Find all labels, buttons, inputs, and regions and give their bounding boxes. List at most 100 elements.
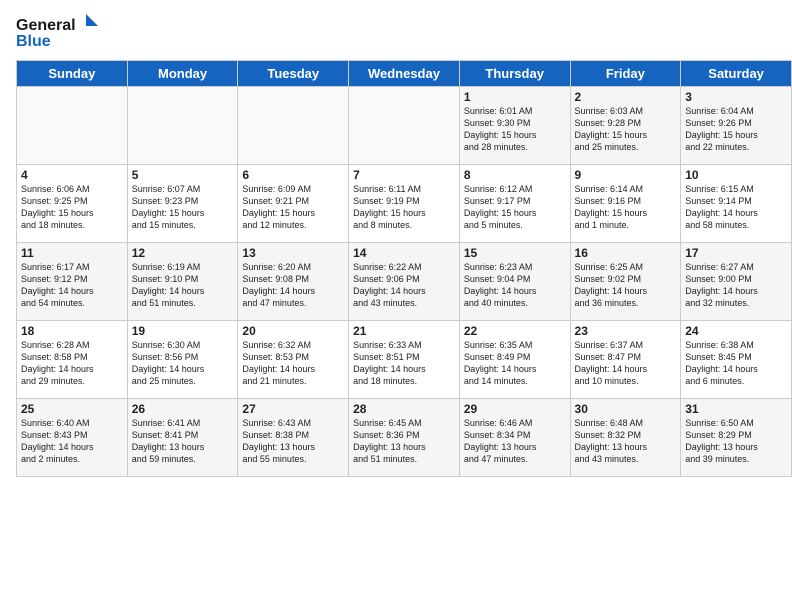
calendar-cell: 14Sunrise: 6:22 AM Sunset: 9:06 PM Dayli…: [349, 243, 460, 321]
calendar-cell: 22Sunrise: 6:35 AM Sunset: 8:49 PM Dayli…: [459, 321, 570, 399]
day-info: Sunrise: 6:38 AM Sunset: 8:45 PM Dayligh…: [685, 339, 787, 388]
day-number: 31: [685, 402, 787, 416]
calendar-cell: 23Sunrise: 6:37 AM Sunset: 8:47 PM Dayli…: [570, 321, 681, 399]
day-number: 12: [132, 246, 234, 260]
day-number: 2: [575, 90, 677, 104]
day-info: Sunrise: 6:11 AM Sunset: 9:19 PM Dayligh…: [353, 183, 455, 232]
calendar-table: SundayMondayTuesdayWednesdayThursdayFrid…: [16, 60, 792, 477]
calendar-cell: 21Sunrise: 6:33 AM Sunset: 8:51 PM Dayli…: [349, 321, 460, 399]
day-info: Sunrise: 6:46 AM Sunset: 8:34 PM Dayligh…: [464, 417, 566, 466]
calendar-cell: 31Sunrise: 6:50 AM Sunset: 8:29 PM Dayli…: [681, 399, 792, 477]
day-info: Sunrise: 6:40 AM Sunset: 8:43 PM Dayligh…: [21, 417, 123, 466]
calendar-cell: 17Sunrise: 6:27 AM Sunset: 9:00 PM Dayli…: [681, 243, 792, 321]
day-info: Sunrise: 6:23 AM Sunset: 9:04 PM Dayligh…: [464, 261, 566, 310]
calendar-cell: 19Sunrise: 6:30 AM Sunset: 8:56 PM Dayli…: [127, 321, 238, 399]
day-number: 9: [575, 168, 677, 182]
day-info: Sunrise: 6:25 AM Sunset: 9:02 PM Dayligh…: [575, 261, 677, 310]
day-number: 24: [685, 324, 787, 338]
day-info: Sunrise: 6:04 AM Sunset: 9:26 PM Dayligh…: [685, 105, 787, 154]
day-number: 27: [242, 402, 344, 416]
calendar-cell: [349, 87, 460, 165]
day-info: Sunrise: 6:37 AM Sunset: 8:47 PM Dayligh…: [575, 339, 677, 388]
day-number: 7: [353, 168, 455, 182]
day-info: Sunrise: 6:28 AM Sunset: 8:58 PM Dayligh…: [21, 339, 123, 388]
day-number: 15: [464, 246, 566, 260]
day-number: 19: [132, 324, 234, 338]
day-number: 26: [132, 402, 234, 416]
calendar-cell: 2Sunrise: 6:03 AM Sunset: 9:28 PM Daylig…: [570, 87, 681, 165]
day-info: Sunrise: 6:27 AM Sunset: 9:00 PM Dayligh…: [685, 261, 787, 310]
day-info: Sunrise: 6:09 AM Sunset: 9:21 PM Dayligh…: [242, 183, 344, 232]
calendar-cell: 5Sunrise: 6:07 AM Sunset: 9:23 PM Daylig…: [127, 165, 238, 243]
page-header: GeneralBlue: [0, 0, 792, 60]
day-info: Sunrise: 6:19 AM Sunset: 9:10 PM Dayligh…: [132, 261, 234, 310]
day-info: Sunrise: 6:07 AM Sunset: 9:23 PM Dayligh…: [132, 183, 234, 232]
calendar-cell: 10Sunrise: 6:15 AM Sunset: 9:14 PM Dayli…: [681, 165, 792, 243]
day-number: 8: [464, 168, 566, 182]
calendar-cell: 30Sunrise: 6:48 AM Sunset: 8:32 PM Dayli…: [570, 399, 681, 477]
weekday-header: Sunday: [17, 61, 128, 87]
day-info: Sunrise: 6:48 AM Sunset: 8:32 PM Dayligh…: [575, 417, 677, 466]
calendar-cell: 15Sunrise: 6:23 AM Sunset: 9:04 PM Dayli…: [459, 243, 570, 321]
calendar-cell: 9Sunrise: 6:14 AM Sunset: 9:16 PM Daylig…: [570, 165, 681, 243]
day-info: Sunrise: 6:22 AM Sunset: 9:06 PM Dayligh…: [353, 261, 455, 310]
day-number: 17: [685, 246, 787, 260]
calendar-cell: 28Sunrise: 6:45 AM Sunset: 8:36 PM Dayli…: [349, 399, 460, 477]
calendar-cell: 27Sunrise: 6:43 AM Sunset: 8:38 PM Dayli…: [238, 399, 349, 477]
calendar-container: SundayMondayTuesdayWednesdayThursdayFrid…: [0, 60, 792, 485]
calendar-cell: 11Sunrise: 6:17 AM Sunset: 9:12 PM Dayli…: [17, 243, 128, 321]
day-info: Sunrise: 6:43 AM Sunset: 8:38 PM Dayligh…: [242, 417, 344, 466]
day-info: Sunrise: 6:12 AM Sunset: 9:17 PM Dayligh…: [464, 183, 566, 232]
calendar-cell: [238, 87, 349, 165]
day-info: Sunrise: 6:30 AM Sunset: 8:56 PM Dayligh…: [132, 339, 234, 388]
day-info: Sunrise: 6:06 AM Sunset: 9:25 PM Dayligh…: [21, 183, 123, 232]
day-number: 29: [464, 402, 566, 416]
day-number: 28: [353, 402, 455, 416]
calendar-cell: 20Sunrise: 6:32 AM Sunset: 8:53 PM Dayli…: [238, 321, 349, 399]
day-info: Sunrise: 6:33 AM Sunset: 8:51 PM Dayligh…: [353, 339, 455, 388]
day-info: Sunrise: 6:03 AM Sunset: 9:28 PM Dayligh…: [575, 105, 677, 154]
calendar-cell: [17, 87, 128, 165]
day-number: 23: [575, 324, 677, 338]
weekday-header: Tuesday: [238, 61, 349, 87]
day-number: 3: [685, 90, 787, 104]
day-number: 25: [21, 402, 123, 416]
day-number: 10: [685, 168, 787, 182]
calendar-cell: 1Sunrise: 6:01 AM Sunset: 9:30 PM Daylig…: [459, 87, 570, 165]
day-info: Sunrise: 6:32 AM Sunset: 8:53 PM Dayligh…: [242, 339, 344, 388]
calendar-cell: 6Sunrise: 6:09 AM Sunset: 9:21 PM Daylig…: [238, 165, 349, 243]
calendar-cell: 25Sunrise: 6:40 AM Sunset: 8:43 PM Dayli…: [17, 399, 128, 477]
calendar-cell: 4Sunrise: 6:06 AM Sunset: 9:25 PM Daylig…: [17, 165, 128, 243]
svg-text:General: General: [16, 17, 76, 34]
calendar-cell: 18Sunrise: 6:28 AM Sunset: 8:58 PM Dayli…: [17, 321, 128, 399]
day-number: 22: [464, 324, 566, 338]
day-number: 21: [353, 324, 455, 338]
day-number: 14: [353, 246, 455, 260]
day-info: Sunrise: 6:41 AM Sunset: 8:41 PM Dayligh…: [132, 417, 234, 466]
weekday-header: Saturday: [681, 61, 792, 87]
day-info: Sunrise: 6:20 AM Sunset: 9:08 PM Dayligh…: [242, 261, 344, 310]
calendar-cell: 3Sunrise: 6:04 AM Sunset: 9:26 PM Daylig…: [681, 87, 792, 165]
calendar-cell: 7Sunrise: 6:11 AM Sunset: 9:19 PM Daylig…: [349, 165, 460, 243]
day-number: 13: [242, 246, 344, 260]
svg-text:Blue: Blue: [16, 33, 51, 50]
weekday-header: Wednesday: [349, 61, 460, 87]
calendar-cell: 16Sunrise: 6:25 AM Sunset: 9:02 PM Dayli…: [570, 243, 681, 321]
day-info: Sunrise: 6:45 AM Sunset: 8:36 PM Dayligh…: [353, 417, 455, 466]
weekday-header: Friday: [570, 61, 681, 87]
day-info: Sunrise: 6:01 AM Sunset: 9:30 PM Dayligh…: [464, 105, 566, 154]
day-number: 5: [132, 168, 234, 182]
weekday-header: Thursday: [459, 61, 570, 87]
calendar-cell: [127, 87, 238, 165]
day-info: Sunrise: 6:35 AM Sunset: 8:49 PM Dayligh…: [464, 339, 566, 388]
calendar-cell: 13Sunrise: 6:20 AM Sunset: 9:08 PM Dayli…: [238, 243, 349, 321]
day-number: 1: [464, 90, 566, 104]
day-number: 11: [21, 246, 123, 260]
logo-svg: GeneralBlue: [16, 12, 106, 52]
day-info: Sunrise: 6:17 AM Sunset: 9:12 PM Dayligh…: [21, 261, 123, 310]
day-number: 4: [21, 168, 123, 182]
calendar-cell: 26Sunrise: 6:41 AM Sunset: 8:41 PM Dayli…: [127, 399, 238, 477]
day-number: 6: [242, 168, 344, 182]
day-info: Sunrise: 6:15 AM Sunset: 9:14 PM Dayligh…: [685, 183, 787, 232]
calendar-cell: 29Sunrise: 6:46 AM Sunset: 8:34 PM Dayli…: [459, 399, 570, 477]
